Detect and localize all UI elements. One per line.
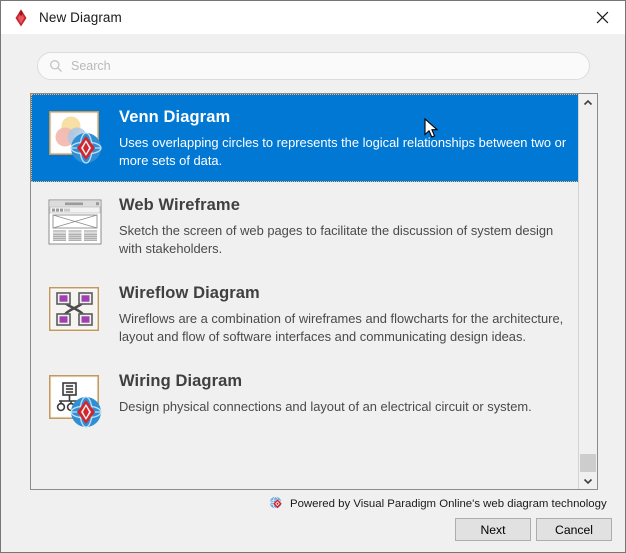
powered-by-text: Powered by Visual Paradigm Online's web … bbox=[290, 498, 607, 510]
scrollbar-thumb[interactable] bbox=[580, 454, 596, 473]
list-item-text: Web Wireframe Sketch the screen of web p… bbox=[119, 194, 569, 258]
diagram-type-list: Venn Diagram Uses overlapping circles to… bbox=[31, 94, 579, 489]
web-wireframe-thumbnail-icon bbox=[45, 196, 107, 254]
cancel-button[interactable]: Cancel bbox=[536, 518, 612, 541]
list-item[interactable]: Wireflow Diagram Wireflows are a combina… bbox=[31, 270, 579, 358]
search-input[interactable] bbox=[71, 54, 577, 78]
search-icon bbox=[49, 59, 63, 73]
scrollbar-track[interactable] bbox=[579, 111, 597, 472]
list-item[interactable]: Wiring Diagram Design physical connectio… bbox=[31, 358, 579, 442]
list-item-title: Wireflow Diagram bbox=[119, 284, 569, 303]
powered-by-banner: Powered by Visual Paradigm Online's web … bbox=[269, 496, 607, 511]
vp-diamond-logo-icon bbox=[11, 8, 31, 28]
list-item-description: Design physical connections and layout o… bbox=[119, 398, 569, 416]
list-item-text: Venn Diagram Uses overlapping circles to… bbox=[119, 106, 569, 170]
list-item-text: Wireflow Diagram Wireflows are a combina… bbox=[119, 282, 569, 346]
list-item-title: Web Wireframe bbox=[119, 196, 569, 215]
list-item-description: Uses overlapping circles to represents t… bbox=[119, 134, 569, 170]
title-bar: New Diagram bbox=[1, 1, 625, 34]
search-box[interactable] bbox=[37, 52, 590, 80]
globe-diamond-icon bbox=[269, 496, 284, 511]
page-title: New Diagram bbox=[39, 10, 122, 25]
list-item-title: Venn Diagram bbox=[119, 108, 569, 127]
list-item-description: Sketch the screen of web pages to facili… bbox=[119, 222, 569, 258]
chevron-up-icon[interactable] bbox=[579, 94, 597, 111]
wiring-diagram-thumbnail-icon bbox=[45, 372, 107, 430]
diagram-type-list-panel: Venn Diagram Uses overlapping circles to… bbox=[30, 93, 598, 490]
chevron-down-icon[interactable] bbox=[579, 472, 597, 489]
dialog-button-row: Next Cancel bbox=[1, 518, 625, 544]
venn-diagram-thumbnail-icon bbox=[45, 108, 107, 166]
list-item-text: Wiring Diagram Design physical connectio… bbox=[119, 370, 569, 430]
new-diagram-dialog: New Diagram bbox=[0, 0, 626, 553]
wireflow-diagram-thumbnail-icon bbox=[45, 284, 107, 342]
vertical-scrollbar[interactable] bbox=[578, 94, 597, 489]
list-item-description: Wireflows are a combination of wireframe… bbox=[119, 310, 569, 346]
list-item[interactable]: Venn Diagram Uses overlapping circles to… bbox=[31, 94, 579, 182]
list-item-title: Wiring Diagram bbox=[119, 372, 569, 391]
close-icon[interactable] bbox=[579, 1, 625, 34]
list-item[interactable]: Web Wireframe Sketch the screen of web p… bbox=[31, 182, 579, 270]
next-button[interactable]: Next bbox=[455, 518, 531, 541]
